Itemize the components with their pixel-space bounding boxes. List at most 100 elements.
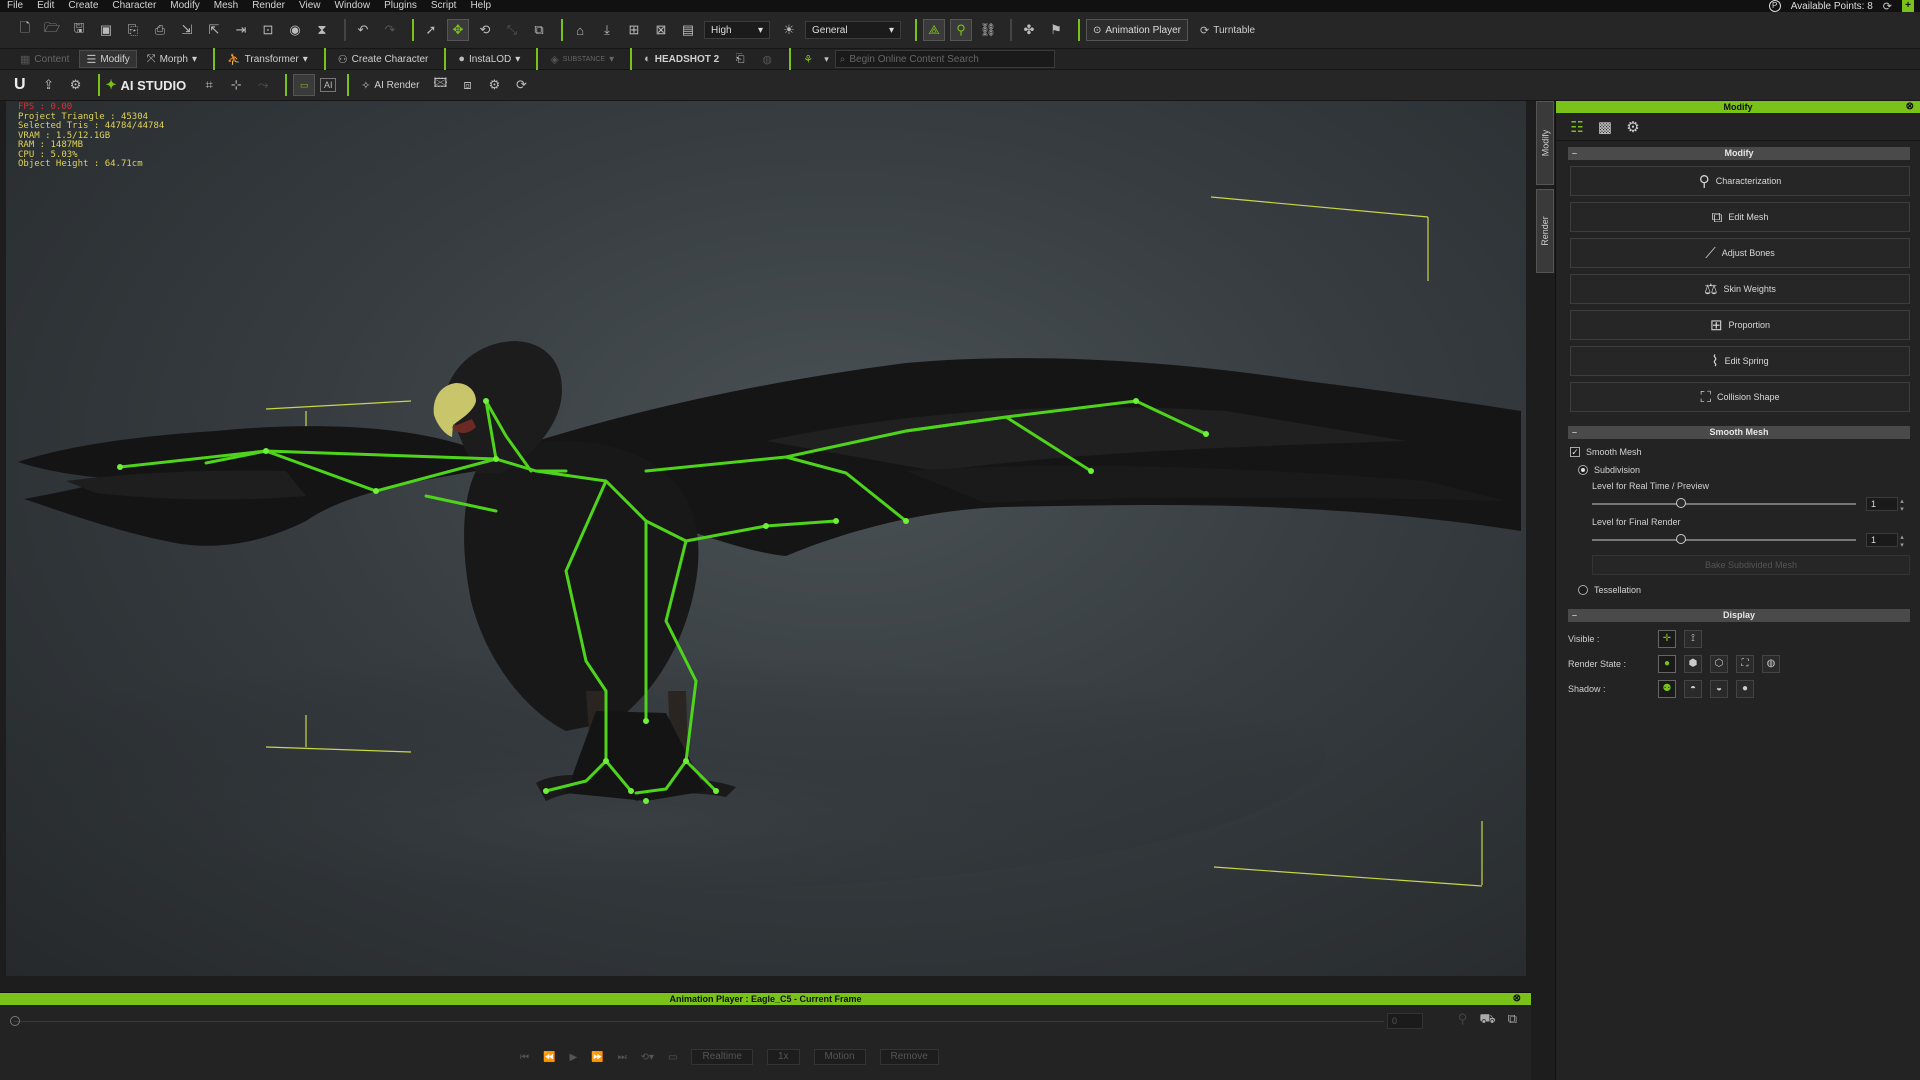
- select-arrow-icon[interactable]: ➚: [420, 19, 442, 41]
- skeleton-icon[interactable]: ⚲: [950, 19, 972, 41]
- render-icon[interactable]: ⧗: [311, 19, 333, 41]
- render-wireframe-icon[interactable]: ⬡: [1710, 654, 1728, 673]
- tab-render[interactable]: Render: [1536, 189, 1554, 273]
- home-view-icon[interactable]: ⌂: [569, 19, 591, 41]
- render-box-icon[interactable]: ⛶: [1736, 654, 1754, 673]
- shadow-full-icon[interactable]: ⚉: [1658, 679, 1676, 698]
- import-icon[interactable]: ⎘: [122, 19, 144, 41]
- speed-dropdown[interactable]: 1x: [766, 1049, 800, 1065]
- smooth-mesh-section-header[interactable]: – Smooth Mesh: [1568, 426, 1910, 439]
- content-button[interactable]: ▦ Content: [14, 50, 75, 68]
- preview-icon[interactable]: ◉: [284, 19, 306, 41]
- upload-icon[interactable]: ⇪: [38, 74, 60, 96]
- shadow-none-icon[interactable]: ●: [1736, 679, 1754, 698]
- slider-thumb[interactable]: [1676, 534, 1686, 544]
- new-file-icon[interactable]: 🗋: [14, 19, 36, 41]
- motion-icon[interactable]: ⤳: [252, 74, 274, 96]
- adjust-bones-button[interactable]: ⟋ Adjust Bones: [1570, 238, 1910, 268]
- tab-modify[interactable]: Modify: [1536, 101, 1554, 185]
- substance-button[interactable]: ◈ SUBSTANCE ▾: [544, 50, 620, 68]
- ai-render-button[interactable]: ✧ AI Render: [355, 76, 425, 94]
- rotate-tool-icon[interactable]: ⟲: [474, 19, 496, 41]
- 3d-viewport[interactable]: FPS : 0.00 Project Triangle : 45304 Sele…: [6, 101, 1526, 976]
- tessellation-radio[interactable]: [1578, 585, 1588, 595]
- skip-to-end-icon[interactable]: ⏭: [618, 1052, 627, 1063]
- instalod-button[interactable]: ● InstaLOD ▾: [452, 50, 526, 68]
- visible-bone-icon[interactable]: ⟟: [1684, 629, 1702, 648]
- close-icon[interactable]: ⊗: [1906, 101, 1914, 113]
- previous-frame-icon[interactable]: ⏪: [543, 1052, 555, 1063]
- physics-icon[interactable]: ⛓: [977, 19, 999, 41]
- menu-render[interactable]: Render: [245, 0, 292, 12]
- menu-window[interactable]: Window: [328, 0, 378, 12]
- create-character-button[interactable]: ⚇ Create Character: [332, 50, 435, 68]
- level-final-input[interactable]: 1: [1866, 533, 1907, 549]
- collision-shape-button[interactable]: ⛶ Collision Shape: [1570, 382, 1910, 412]
- chevron-down-icon[interactable]: ▾: [824, 54, 829, 65]
- bake-subdivided-mesh-button[interactable]: Bake Subdivided Mesh: [1592, 555, 1910, 575]
- headshot-tool-icon[interactable]: ⎗: [729, 48, 751, 70]
- animation-player-button[interactable]: ⊙ Animation Player: [1086, 19, 1188, 41]
- menu-character[interactable]: Character: [105, 0, 163, 12]
- puppet-icon[interactable]: ✤: [1018, 19, 1040, 41]
- level-realtime-slider[interactable]: [1592, 498, 1856, 508]
- camera-motion-icon[interactable]: ⛟: [1479, 1011, 1495, 1029]
- ai-settings-icon[interactable]: ⚙: [483, 74, 505, 96]
- sliders-icon[interactable]: ☷: [1568, 118, 1586, 136]
- characterization-button[interactable]: ⚲ Characterization: [1570, 166, 1910, 196]
- export-obj-icon[interactable]: ⇱: [203, 19, 225, 41]
- physics-gear-icon[interactable]: ⚙: [1624, 118, 1642, 136]
- capture-icon[interactable]: ⌗: [198, 74, 220, 96]
- frame-input[interactable]: 0: [1387, 1013, 1423, 1029]
- menu-edit[interactable]: Edit: [30, 0, 61, 12]
- menu-script[interactable]: Script: [424, 0, 464, 12]
- export-icon[interactable]: ⎙: [149, 19, 171, 41]
- shadow-receive-icon[interactable]: ◒: [1710, 679, 1728, 698]
- subdivision-radio[interactable]: [1578, 465, 1588, 475]
- remove-button[interactable]: Remove: [879, 1049, 939, 1065]
- face-capture-icon[interactable]: ⊹: [225, 74, 247, 96]
- motion-button[interactable]: Motion: [813, 1049, 866, 1065]
- modify-section-header[interactable]: – Modify: [1568, 147, 1910, 160]
- settings-gear-icon[interactable]: ⚙: [65, 74, 87, 96]
- playback-range-icon[interactable]: ▭: [668, 1052, 677, 1063]
- window-icon[interactable]: ⧉: [1508, 1011, 1517, 1029]
- image-icon[interactable]: 🖾: [429, 74, 451, 96]
- edit-spring-button[interactable]: ⌇ Edit Spring: [1570, 346, 1910, 376]
- level-realtime-input[interactable]: 1: [1866, 497, 1907, 513]
- ai-screen-icon[interactable]: ▭: [293, 74, 316, 96]
- bone-display-icon[interactable]: ⟁: [923, 19, 945, 41]
- refresh-icon[interactable]: ⟳: [1883, 0, 1892, 13]
- render-smooth-icon[interactable]: ●: [1658, 654, 1676, 673]
- move-tool-icon[interactable]: ✥: [447, 19, 469, 41]
- morph-button[interactable]: ⤧ Morph ▾: [141, 50, 203, 68]
- slider-thumb[interactable]: [1676, 498, 1686, 508]
- plugin-icon[interactable]: ⚘: [797, 48, 819, 70]
- close-icon[interactable]: ⊗: [1513, 993, 1521, 1005]
- edit-mesh-button[interactable]: ⧉ Edit Mesh: [1570, 202, 1910, 232]
- skin-weights-button[interactable]: ⚖ Skin Weights: [1570, 274, 1910, 304]
- save-as-icon[interactable]: ▣: [95, 19, 117, 41]
- level-final-slider[interactable]: [1592, 534, 1856, 544]
- ai-studio-button[interactable]: ✦ AI STUDIO: [106, 77, 187, 93]
- export-fbx-icon[interactable]: ⇲: [176, 19, 198, 41]
- flag-icon[interactable]: ⚑: [1045, 19, 1067, 41]
- app-logo[interactable]: U: [14, 76, 26, 94]
- smooth-mesh-checkbox[interactable]: ✓: [1570, 447, 1580, 457]
- loop-icon[interactable]: ⟲▾: [641, 1052, 654, 1063]
- preset-dropdown[interactable]: General ▾: [805, 21, 901, 39]
- transform-icon[interactable]: ⧉: [528, 19, 550, 41]
- transformer-button[interactable]: ⛹ Transformer ▾: [221, 50, 314, 68]
- available-points[interactable]: Available Points: 8: [1791, 1, 1873, 12]
- layers-icon[interactable]: ▤: [677, 19, 699, 41]
- send-to-icon[interactable]: ⇥: [230, 19, 252, 41]
- undo-icon[interactable]: ↶: [352, 19, 374, 41]
- render-xray-icon[interactable]: ◍: [1762, 654, 1780, 673]
- menu-plugins[interactable]: Plugins: [377, 0, 424, 12]
- menu-file[interactable]: File: [0, 0, 30, 12]
- timeline-knob[interactable]: [10, 1016, 20, 1026]
- content-search-input[interactable]: ⌕ Begin Online Content Search: [834, 50, 1055, 68]
- scale-tool-icon[interactable]: ⤡: [501, 19, 523, 41]
- align-icon[interactable]: ⊞: [623, 19, 645, 41]
- quality-dropdown[interactable]: High ▾: [704, 21, 770, 39]
